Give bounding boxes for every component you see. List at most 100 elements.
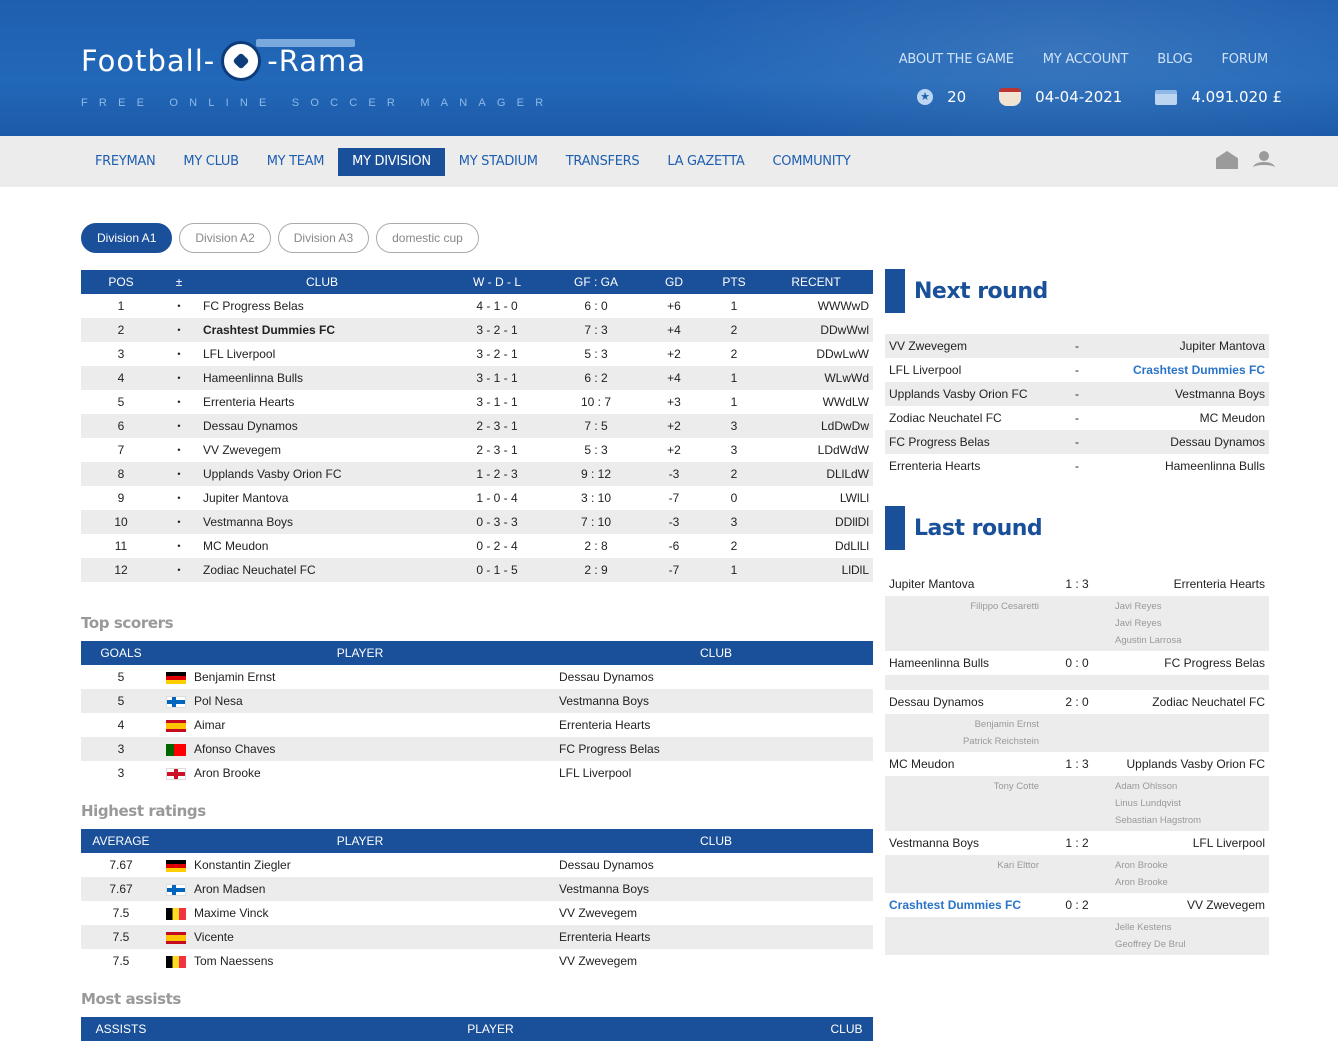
flag-cell	[161, 877, 191, 901]
club-name[interactable]: FC Progress Belas	[197, 294, 441, 318]
coffee-cup-icon	[999, 88, 1022, 106]
nav-item-freyman[interactable]: FREYMAN	[81, 148, 169, 176]
player-name[interactable]: Aron Madsen	[191, 877, 559, 901]
away-team[interactable]: LFL Liverpool	[1109, 836, 1269, 850]
player-name[interactable]: Vicente	[191, 925, 559, 949]
logo-text-left: Football-	[81, 44, 216, 78]
player-name[interactable]: Afonso Chaves	[191, 737, 559, 761]
club-name[interactable]: Dessau Dynamos	[559, 665, 873, 689]
club-name[interactable]: LFL Liverpool	[559, 761, 873, 785]
pts-cell: 2	[730, 347, 738, 361]
club-name[interactable]: VV Zwevegem	[559, 901, 873, 925]
match-score[interactable]: 1 : 3	[1045, 757, 1109, 771]
club-name[interactable]: Vestmanna Boys	[559, 689, 873, 713]
nav-item-my-stadium[interactable]: MY STADIUM	[445, 148, 552, 176]
away-team[interactable]: VV Zwevegem	[1109, 898, 1269, 912]
nav-item-my-division[interactable]: MY DIVISION	[338, 148, 445, 176]
nav-item-community[interactable]: COMMUNITY	[759, 148, 865, 176]
home-team[interactable]: Vestmanna Boys	[885, 836, 1045, 850]
division-tab-domestic-cup[interactable]: domestic cup	[376, 223, 479, 253]
club-name[interactable]: Dessau Dynamos	[559, 853, 873, 877]
club-name[interactable]: Crashtest Dummies FC	[197, 318, 441, 342]
scorer-name: Adam Ohlsson	[1115, 781, 1178, 792]
away-team[interactable]: Errenteria Hearts	[1109, 577, 1269, 591]
top-link-account[interactable]: MY ACCOUNT	[1043, 52, 1129, 67]
home-team[interactable]: Crashtest Dummies FC	[885, 898, 1045, 912]
match-score[interactable]: 2 : 0	[1045, 695, 1109, 709]
home-scorers	[885, 677, 1039, 688]
col-player: PLAYER	[161, 829, 559, 853]
away-team[interactable]: Hameenlinna Bulls	[1099, 454, 1269, 478]
away-team[interactable]: Jupiter Mantova	[1099, 334, 1269, 358]
standings-table: POS ± CLUB W - D - L GF : GA GD PTS RECE…	[81, 270, 873, 582]
club-name[interactable]: VV Zwevegem	[197, 438, 441, 462]
club-name[interactable]: Vestmanna Boys	[197, 510, 441, 534]
match-score[interactable]: 1 : 3	[1045, 577, 1109, 591]
club-name[interactable]: MC Meudon	[197, 534, 441, 558]
nav-item-my-club[interactable]: MY CLUB	[169, 148, 252, 176]
club-name[interactable]: Errenteria Hearts	[559, 925, 873, 949]
home-team[interactable]: LFL Liverpool	[885, 358, 1055, 382]
away-team[interactable]: FC Progress Belas	[1109, 656, 1269, 670]
match-score[interactable]: 1 : 2	[1045, 836, 1109, 850]
home-team[interactable]: FC Progress Belas	[885, 430, 1055, 454]
player-name[interactable]: Benjamin Ernst	[191, 665, 559, 689]
home-team[interactable]: Jupiter Mantova	[885, 577, 1045, 591]
club-name[interactable]: VV Zwevegem	[559, 949, 873, 973]
top-link-forum[interactable]: FORUM	[1222, 52, 1269, 67]
top-link-about[interactable]: ABOUT THE GAME	[899, 52, 1014, 67]
home-team[interactable]: MC Meudon	[885, 757, 1045, 771]
nav-item-transfers[interactable]: TRANSFERS	[552, 148, 654, 176]
logout-icon[interactable]	[1252, 151, 1276, 171]
home-team[interactable]: Upplands Vasby Orion FC	[885, 382, 1055, 406]
main-nav: FREYMAN MY CLUB MY TEAM MY DIVISION MY STADI…	[0, 136, 1338, 187]
club-name[interactable]: Zodiac Neuchatel FC	[197, 558, 441, 582]
division-tab-division-a2[interactable]: Division A2	[179, 223, 271, 253]
away-team[interactable]: Dessau Dynamos	[1099, 430, 1269, 454]
nav-item-la-gazetta[interactable]: LA GAZETTA	[653, 148, 758, 176]
away-team[interactable]: Zodiac Neuchatel FC	[1109, 695, 1269, 709]
club-name[interactable]: Vestmanna Boys	[559, 877, 873, 901]
next-match-row: Upplands Vasby Orion FC - Vestmanna Boys	[885, 382, 1269, 406]
home-team[interactable]: Errenteria Hearts	[885, 454, 1055, 478]
top-link-blog[interactable]: BLOG	[1157, 52, 1192, 67]
home-team[interactable]: Dessau Dynamos	[885, 695, 1045, 709]
player-name[interactable]: Maxime Vinck	[191, 901, 559, 925]
division-tab-division-a3[interactable]: Division A3	[277, 223, 370, 253]
club-name[interactable]: Jupiter Mantova	[197, 486, 441, 510]
col-assists: ASSISTS	[81, 1017, 161, 1041]
player-name[interactable]: Aimar	[191, 713, 559, 737]
home-team[interactable]: Hameenlinna Bulls	[885, 656, 1045, 670]
wdl-cell: 4 - 1 - 0	[476, 299, 518, 313]
club-name[interactable]: Errenteria Hearts	[197, 390, 441, 414]
wdl-cell: 3 - 1 - 1	[476, 395, 518, 409]
player-name[interactable]: Aron Brooke	[191, 761, 559, 785]
club-name[interactable]: Errenteria Hearts	[559, 713, 873, 737]
away-team[interactable]: MC Meudon	[1099, 406, 1269, 430]
match-score[interactable]: 0 : 2	[1045, 898, 1109, 912]
club-name[interactable]: Hameenlinna Bulls	[197, 366, 441, 390]
pts-cell: 1	[709, 366, 759, 390]
player-name[interactable]: Tom Naessens	[191, 949, 559, 973]
home-team[interactable]: VV Zwevegem	[885, 334, 1055, 358]
club-name[interactable]: FC Progress Belas	[559, 737, 873, 761]
player-name[interactable]: Konstantin Ziegler	[191, 853, 559, 877]
logo-stars-bar	[256, 39, 355, 47]
club-name[interactable]: Dessau Dynamos	[197, 414, 441, 438]
home-team[interactable]: Zodiac Neuchatel FC	[885, 406, 1055, 430]
goal-scorers: Filippo Cesaretti Javi Reyes Javi Reyes Agu…	[885, 596, 1269, 651]
player-name[interactable]: Pol Nesa	[191, 689, 559, 713]
club-name[interactable]: Upplands Vasby Orion FC	[197, 462, 441, 486]
away-team[interactable]: Crashtest Dummies FC	[1099, 358, 1269, 382]
stat-value: 5	[81, 689, 161, 713]
away-team[interactable]: Upplands Vasby Orion FC	[1109, 757, 1269, 771]
away-team[interactable]: Vestmanna Boys	[1099, 382, 1269, 406]
last-match-row: Crashtest Dummies FC 0 : 2 VV Zwevegem	[885, 893, 1269, 917]
flag-cell	[161, 713, 191, 737]
match-score[interactable]: 0 : 0	[1045, 656, 1109, 670]
nav-item-my-team[interactable]: MY TEAM	[253, 148, 338, 176]
mail-icon[interactable]	[1216, 151, 1238, 169]
club-name[interactable]: LFL Liverpool	[197, 342, 441, 366]
gd-cell: +6	[667, 299, 681, 313]
division-tab-division-a1[interactable]: Division A1	[81, 223, 173, 253]
